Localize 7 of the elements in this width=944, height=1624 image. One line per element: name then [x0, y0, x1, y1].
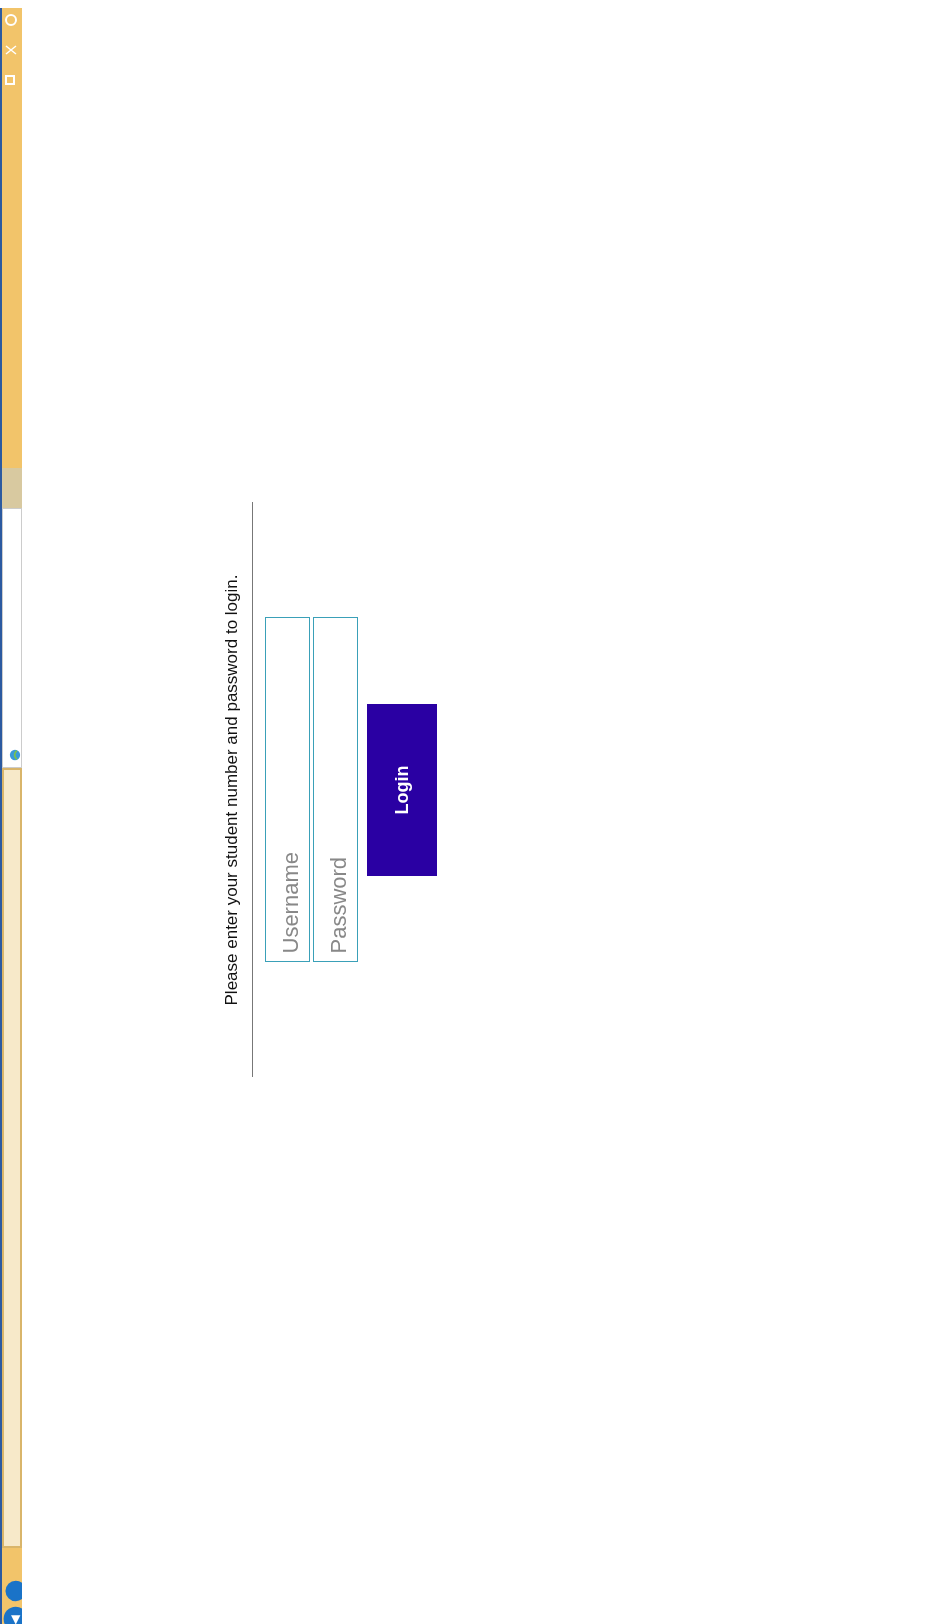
globe-icon: [9, 749, 21, 761]
login-instructions: Please enter your student number and password to login.: [222, 574, 242, 1006]
username-field[interactable]: Username: [265, 617, 310, 963]
new-tab-button[interactable]: [2, 468, 22, 508]
browser-tab[interactable]: [2, 508, 22, 768]
password-field[interactable]: Password: [313, 617, 358, 963]
login-button[interactable]: Login: [367, 704, 437, 876]
